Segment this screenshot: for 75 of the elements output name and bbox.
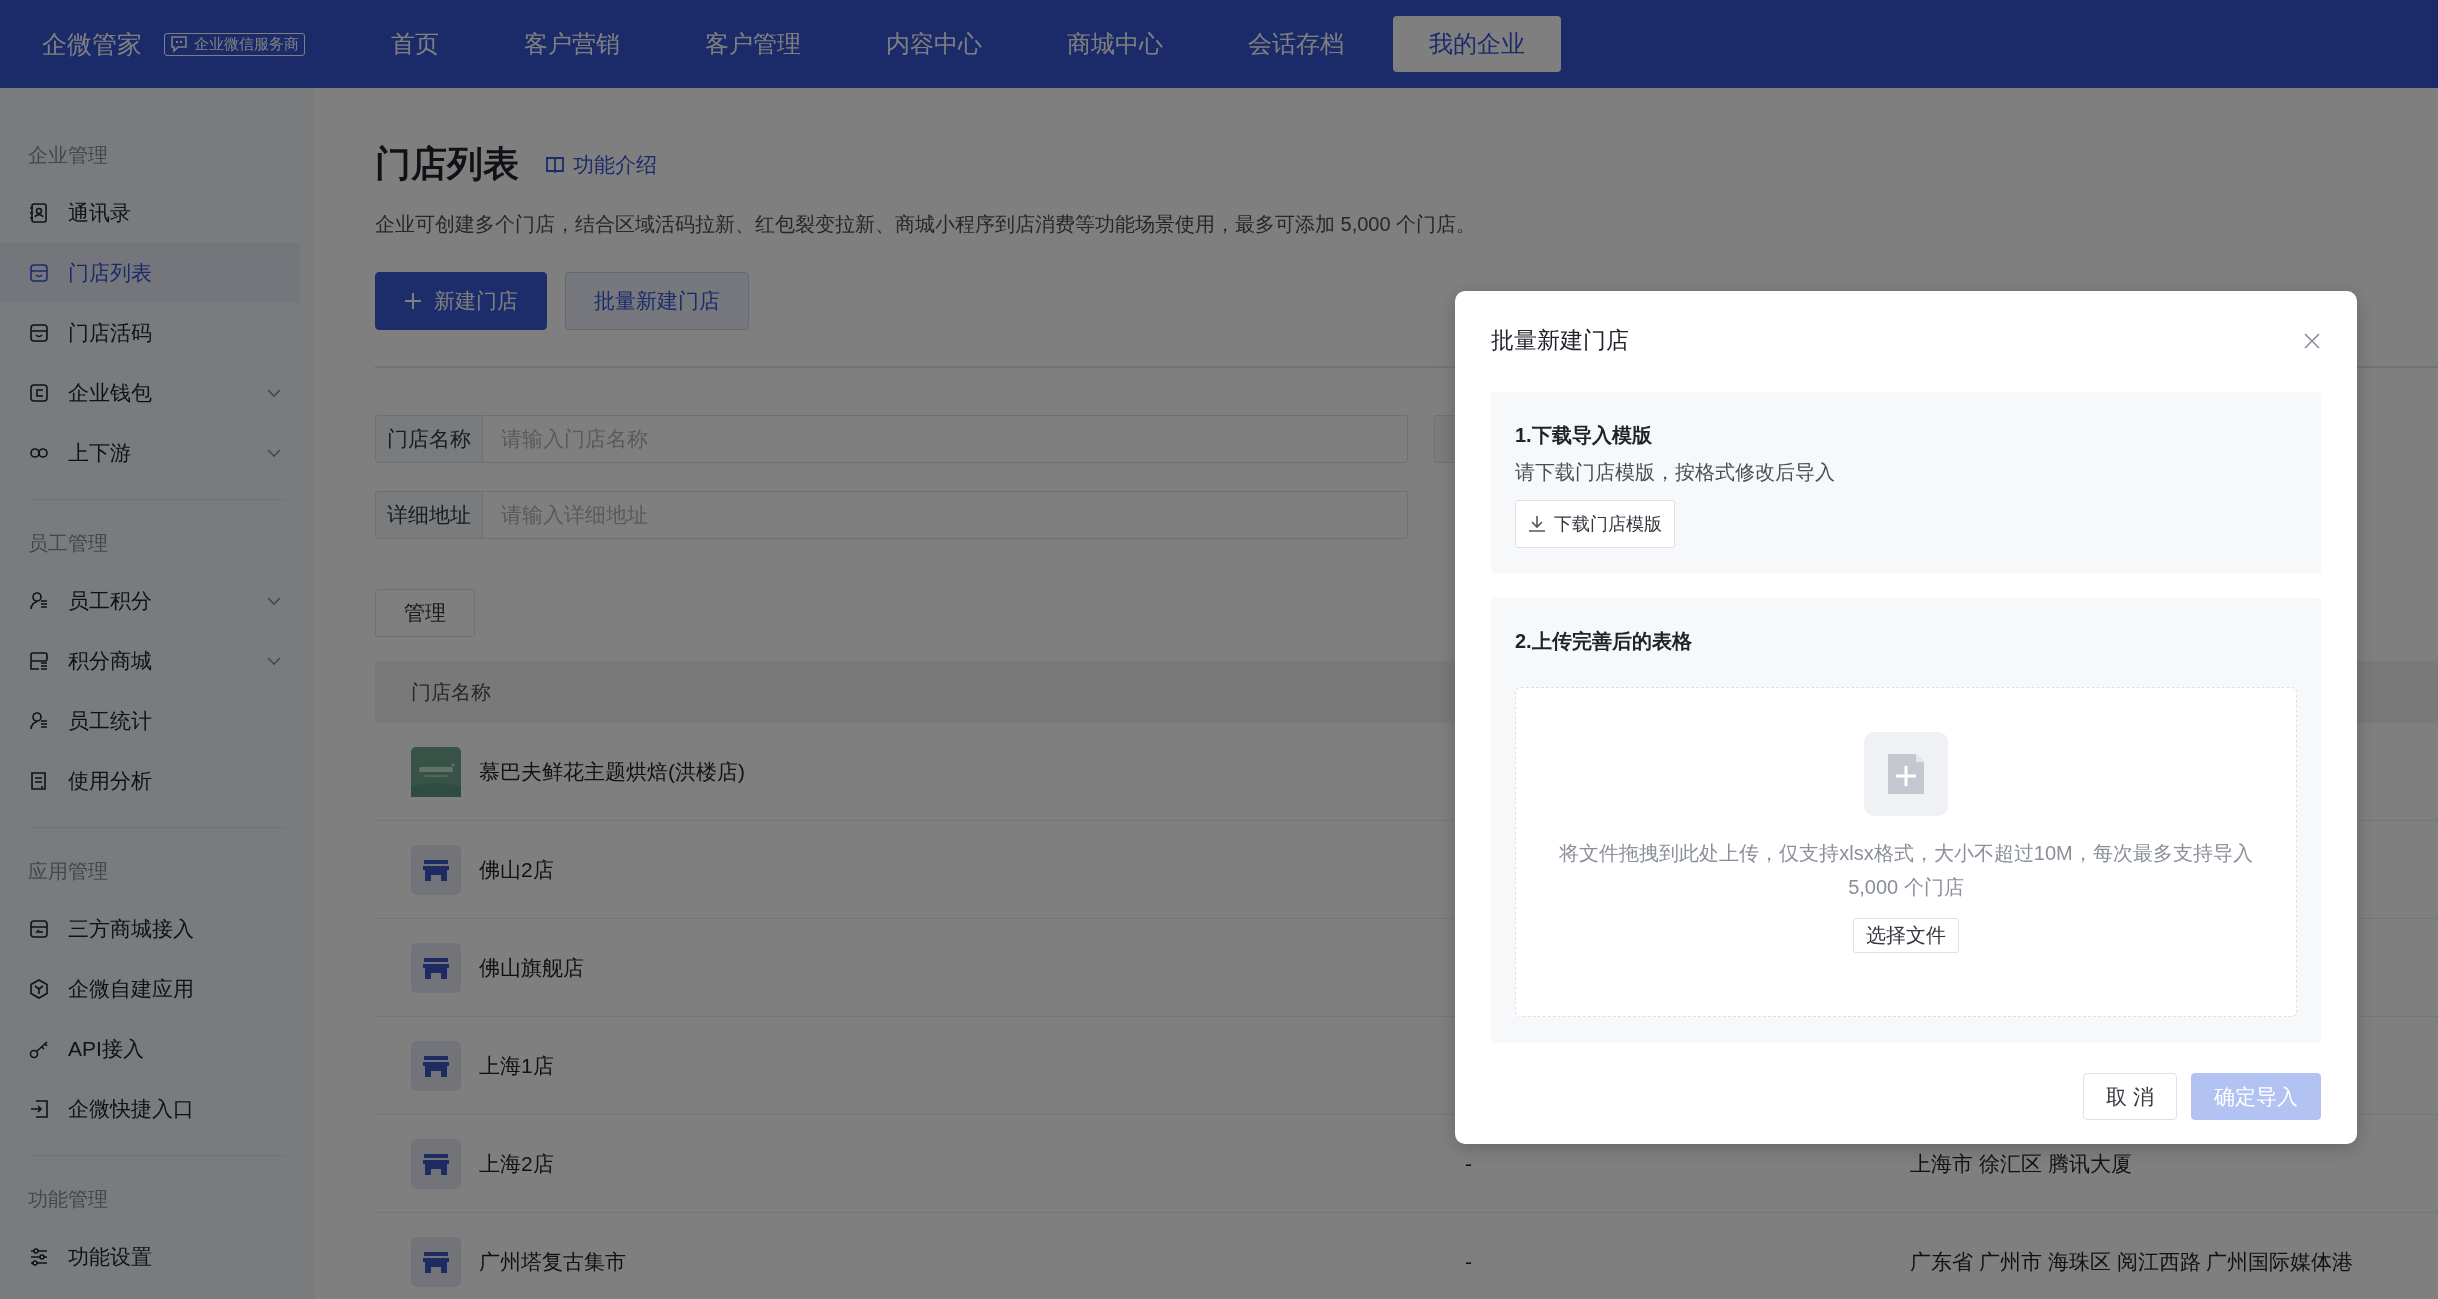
brand-name: 企微管家 <box>42 28 142 60</box>
nav-tab[interactable]: 我的企业 <box>1393 16 1561 72</box>
store-icon <box>28 322 50 344</box>
sidebar-item[interactable]: 积分商城 <box>0 631 300 691</box>
step-title: 2.上传完善后的表格 <box>1515 629 1693 654</box>
store-icon <box>411 1040 461 1091</box>
choose-file-button[interactable]: 选择文件 <box>1853 918 1959 953</box>
page-description: 企业可创建多个门店，结合区域活码拉新、红包裂变拉新、商城小程序到店消费等功能场景使用，最多可添加 5,000 个门店。 <box>375 212 1478 237</box>
store-icon <box>28 262 50 284</box>
dialog-title: 批量新建门店 <box>1491 326 1629 355</box>
sidebar-item[interactable]: 三方商城接入 <box>0 899 300 959</box>
sidebar-item[interactable]: 门店活码 <box>0 303 300 363</box>
nav-tab[interactable]: 商城中心 <box>1031 16 1199 72</box>
stack-icon <box>28 650 50 672</box>
store-name: 佛山旗舰店 <box>479 954 584 981</box>
user-coins-icon <box>28 710 50 732</box>
store-icon <box>411 1138 461 1189</box>
download-template-button[interactable]: 下载门店模版 <box>1515 500 1675 548</box>
step-title: 1.下载导入模版 <box>1515 423 1653 448</box>
nav-tab[interactable]: 内容中心 <box>850 16 1018 72</box>
store-name: 广州塔复古集市 <box>479 1248 626 1275</box>
nav-tab[interactable]: 会话存档 <box>1212 16 1380 72</box>
field-label: 详细地址 <box>375 491 483 539</box>
address-text: 广东省 广州市 海珠区 阅江西路 广州国际媒体港 <box>1910 1249 2354 1273</box>
store-name: 上海2店 <box>479 1150 554 1177</box>
cube-icon <box>28 978 50 1000</box>
cancel-button[interactable]: 取 消 <box>2083 1073 2177 1120</box>
sidebar-item[interactable]: 使用分析 <box>0 751 300 811</box>
page-title: 门店列表 <box>375 142 519 186</box>
store-name: 上海1店 <box>479 1052 554 1079</box>
upload-hint: 将文件拖拽到此处上传，仅支持xlsx格式，大小不超过10M，每次最多支持导入 5,000 个门店 <box>1558 841 2254 900</box>
book-icon <box>545 154 565 175</box>
sidebar-item[interactable]: 员工统计 <box>0 691 300 751</box>
store-name: 慕巴夫鲜花主题烘焙(洪楼店) <box>479 758 745 785</box>
step-description: 请下载门店模版，按格式修改后导入 <box>1515 460 1836 485</box>
chat-icon <box>170 35 190 53</box>
sidebar-item[interactable]: 功能设置 <box>0 1227 300 1287</box>
close-icon <box>2303 331 2321 350</box>
store-icon <box>411 844 461 895</box>
sidebar-item[interactable]: 企微快捷入口 <box>0 1079 300 1139</box>
file-plus-icon <box>1864 732 1948 816</box>
nav-tab[interactable]: 客户营销 <box>488 16 656 72</box>
address-text: 上海市 徐汇区 腾讯大厦 <box>1910 1151 2132 1175</box>
nav-tab[interactable]: 首页 <box>355 16 475 72</box>
plus-icon <box>404 292 422 310</box>
sidebar-item[interactable]: 上下游 <box>0 423 300 483</box>
new-store-button[interactable]: 新建门店 <box>375 272 547 330</box>
download-icon <box>1528 515 1546 533</box>
sidebar-item[interactable]: 企微自建应用 <box>0 959 300 1019</box>
table-cell: - <box>1465 1151 1472 1175</box>
close-button[interactable] <box>2303 331 2321 350</box>
service-badge: 企业微信服务商 <box>164 32 305 56</box>
sidebar-item[interactable]: 通讯录 <box>0 183 300 243</box>
user-coins-icon <box>28 590 50 612</box>
store-icon <box>28 918 50 940</box>
manage-button[interactable]: 管理 <box>375 589 475 637</box>
sidebar-item[interactable]: 企业钱包 <box>0 363 300 423</box>
nav-tab[interactable]: 客户管理 <box>669 16 837 72</box>
store-icon <box>411 942 461 993</box>
feature-intro-link[interactable]: 功能介绍 <box>545 150 657 179</box>
upload-dropzone[interactable]: 将文件拖拽到此处上传，仅支持xlsx格式，大小不超过10M，每次最多支持导入 5,000 个门店 选择文件 <box>1515 687 2297 1017</box>
sidebar-item[interactable]: API接入 <box>0 1019 300 1079</box>
field-label: 门店名称 <box>375 415 483 463</box>
column-header: 门店名称 <box>411 679 491 705</box>
batch-create-button[interactable]: 批量新建门店 <box>565 272 749 330</box>
table-cell: - <box>1465 1249 1472 1273</box>
login-icon <box>28 1098 50 1120</box>
sliders-icon <box>28 1246 50 1268</box>
store-name: 佛山2店 <box>479 856 554 883</box>
key-icon <box>28 1038 50 1060</box>
sidebar-item[interactable]: 门店列表 <box>0 243 300 303</box>
store-icon <box>411 1236 461 1287</box>
contacts-icon <box>28 202 50 224</box>
sidebar-item[interactable]: 员工积分 <box>0 571 300 631</box>
wallet-icon <box>28 382 50 404</box>
